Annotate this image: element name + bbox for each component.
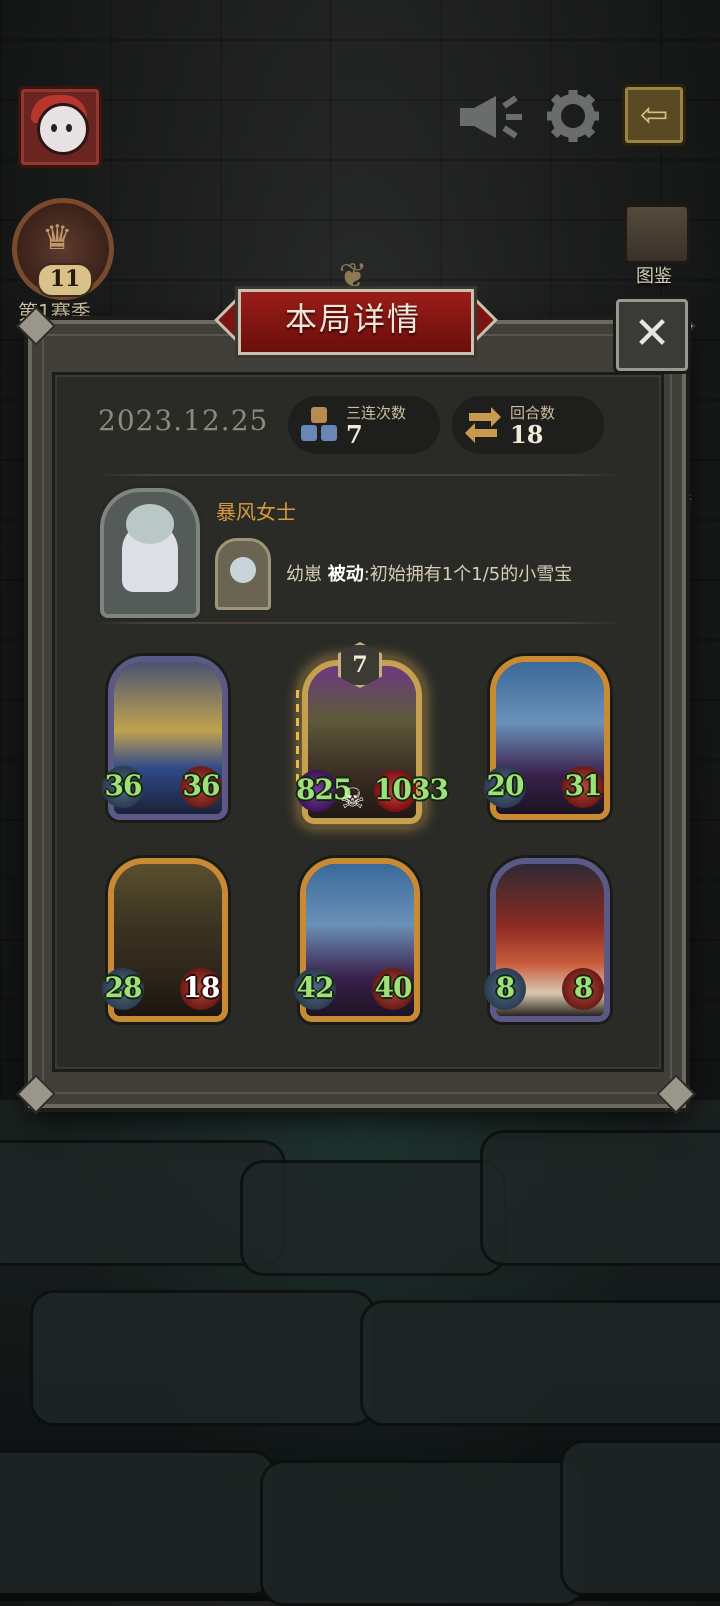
- health-stat: 1033: [374, 770, 449, 812]
- gear-icon[interactable]: [545, 88, 601, 144]
- crown-icon: ♛: [42, 218, 73, 258]
- season-level: 11: [37, 263, 93, 297]
- attack-stat: 20: [484, 766, 526, 808]
- megaphone-icon[interactable]: [456, 92, 526, 142]
- divider: [96, 622, 620, 624]
- hero-power-portrait[interactable]: [215, 538, 271, 610]
- health-stat: 40: [372, 968, 414, 1010]
- minion-card[interactable]: 36 36: [102, 656, 228, 820]
- skull-icon: ☠: [340, 782, 366, 815]
- minion-card[interactable]: 28 18: [102, 858, 228, 1022]
- books-icon: [624, 204, 690, 264]
- health-stat: 8: [562, 968, 604, 1010]
- round-count-pill: 回合数 18: [452, 396, 604, 454]
- triple-count-pill: 三连次数 7: [288, 396, 440, 454]
- attack-stat: 36: [102, 766, 144, 808]
- hero-power-name: 幼崽: [286, 564, 322, 585]
- modal-title-plate: 本局详情: [214, 289, 498, 355]
- health-stat: 36: [180, 766, 222, 808]
- codex-button[interactable]: 图鉴: [618, 200, 690, 287]
- round-count-value: 18: [510, 420, 544, 449]
- back-button[interactable]: ⇦: [622, 84, 686, 146]
- modal-title: 本局详情: [284, 300, 421, 338]
- triple-icon: [298, 404, 340, 446]
- hero-name: 暴风女士: [216, 500, 296, 524]
- rounds-icon: [462, 404, 504, 446]
- hero-power-desc: :初始拥有1个1/5的小雪宝: [363, 564, 573, 585]
- divider: [96, 474, 620, 476]
- crest-ornament-icon: ❦: [338, 256, 368, 296]
- dungeon-floor: [0, 1100, 720, 1606]
- minion-card[interactable]: 20 31: [484, 656, 610, 820]
- close-icon: ✕: [633, 308, 671, 359]
- attack-stat: 42: [294, 968, 336, 1010]
- triple-count-value: 7: [346, 420, 363, 449]
- hero-power-type: 被动: [327, 564, 364, 585]
- codex-label: 图鉴: [636, 266, 672, 287]
- health-stat: 31: [562, 766, 604, 808]
- minion-card[interactable]: 8 8: [484, 858, 610, 1022]
- close-button[interactable]: ✕: [616, 299, 688, 371]
- player-avatar-button[interactable]: [18, 86, 102, 168]
- attack-stat: 8: [484, 968, 526, 1010]
- attack-stat: 28: [102, 968, 144, 1010]
- hero-portrait[interactable]: [100, 488, 200, 618]
- attack-stat: 825: [296, 770, 352, 812]
- minion-card[interactable]: 42 40: [294, 858, 420, 1022]
- back-arrow-icon: ⇦: [639, 95, 669, 135]
- health-stat: 18: [180, 968, 222, 1010]
- match-date: 2023.12.25: [98, 404, 269, 437]
- season-badge[interactable]: ♛ 11: [12, 198, 114, 300]
- hero-power-text: 幼崽 被动:初始拥有1个1/5的小雪宝: [286, 560, 572, 586]
- avatar-face: [37, 103, 89, 155]
